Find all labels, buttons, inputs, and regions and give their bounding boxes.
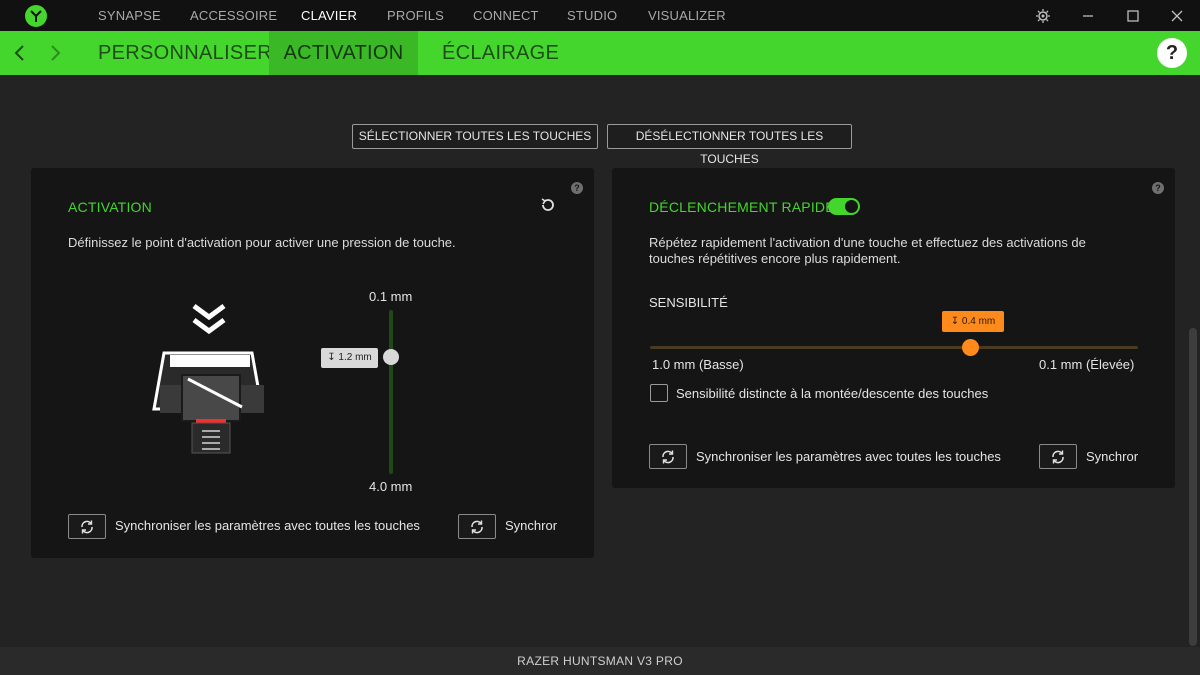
activation-slider-bottom-label: 4.0 mm [369, 479, 413, 494]
sensitivity-min-label: 1.0 mm (Basse) [652, 357, 744, 372]
activation-slider-thumb[interactable] [383, 349, 399, 365]
forward-arrow-icon[interactable] [45, 41, 65, 65]
rapid-sync-partial-label: Synchror [1086, 449, 1138, 464]
sync-all-keys-button[interactable] [68, 514, 106, 539]
rapid-trigger-toggle[interactable] [828, 198, 860, 215]
rapid-trigger-description-line1: Répétez rapidement l'activation d'une to… [649, 235, 1086, 250]
sync-icon [471, 520, 483, 533]
top-navigation: SYNAPSE ACCESSOIRE CLAVIER PROFILS CONNE… [98, 0, 738, 31]
arrow-down-icon: ↧ [950, 316, 960, 327]
razer-logo-icon[interactable] [24, 4, 48, 28]
toggle-knob [845, 200, 858, 213]
sensitivity-slider-value-tooltip: ↧ 0.4 mm [942, 311, 1004, 332]
separate-sensitivity-checkbox[interactable] [650, 384, 668, 402]
rapid-sync-partial-button[interactable] [1039, 444, 1077, 469]
maximize-icon[interactable] [1124, 7, 1142, 25]
activation-panel [31, 168, 594, 558]
topnav-visualizer[interactable]: VISUALIZER [648, 0, 738, 31]
device-footer: RAZER HUNTSMAN V3 PRO [0, 647, 1200, 675]
topnav-studio[interactable]: STUDIO [567, 0, 648, 31]
rapid-trigger-description-line2: touches répétitives encore plus rapideme… [649, 251, 901, 266]
rapid-trigger-panel [612, 168, 1175, 488]
tab-personnaliser[interactable]: PERSONNALISER [98, 31, 272, 75]
reset-icon[interactable] [539, 196, 557, 214]
sync-partial-label: Synchror [505, 518, 557, 533]
topnav-clavier[interactable]: CLAVIER [301, 0, 387, 31]
close-icon[interactable] [1168, 7, 1186, 25]
deselect-all-keys-button[interactable]: DÉSÉLECTIONNER TOUTES LES TOUCHES [607, 124, 852, 166]
topnav-accessoire[interactable]: ACCESSOIRE [190, 0, 301, 31]
sensitivity-slider-value: 0.4 mm [961, 316, 996, 327]
top-bar: SYNAPSE ACCESSOIRE CLAVIER PROFILS CONNE… [0, 0, 1200, 31]
topnav-synapse[interactable]: SYNAPSE [98, 0, 190, 31]
sensitivity-slider-track[interactable] [650, 346, 1138, 349]
key-switch-illustration [152, 351, 264, 454]
chevron-down-double-icon [192, 303, 226, 335]
back-arrow-icon[interactable] [10, 41, 30, 65]
sync-icon [81, 520, 93, 533]
sync-partial-button[interactable] [458, 514, 496, 539]
rapid-trigger-help-icon[interactable]: ? [1152, 182, 1164, 194]
tab-activation[interactable]: ACTIVATION [269, 31, 418, 75]
sub-navigation: PERSONNALISER ACTIVATION ÉCLAIRAGE ? [0, 31, 1200, 75]
topnav-profils[interactable]: PROFILS [387, 0, 473, 31]
sync-icon [1052, 450, 1064, 463]
rapid-sync-all-keys-button[interactable] [649, 444, 687, 469]
sensitivity-label: SENSIBILITÉ [649, 295, 728, 310]
rapid-sync-all-keys-label: Synchroniser les paramètres avec toutes … [696, 449, 1001, 464]
arrow-down-icon: ↧ [327, 352, 336, 363]
rapid-trigger-title: DÉCLENCHEMENT RAPIDE [649, 199, 835, 215]
activation-slider-top-label: 0.1 mm [369, 289, 413, 304]
activation-title: ACTIVATION [68, 199, 152, 215]
select-all-keys-button[interactable]: SÉLECTIONNER TOUTES LES TOUCHES [352, 124, 598, 149]
activation-slider-track[interactable] [389, 310, 393, 474]
topnav-connect[interactable]: CONNECT [473, 0, 567, 31]
sensitivity-slider-thumb[interactable] [962, 339, 979, 356]
activation-slider-value: 1.2 mm [338, 352, 372, 363]
minimize-icon[interactable] [1079, 7, 1097, 25]
sync-icon [662, 450, 674, 463]
tab-eclairage[interactable]: ÉCLAIRAGE [442, 31, 562, 75]
settings-icon[interactable] [1034, 7, 1052, 25]
separate-sensitivity-label: Sensibilité distincte à la montée/descen… [676, 386, 989, 401]
activation-slider-value-tooltip: ↧ 1.2 mm [321, 348, 378, 368]
sensitivity-max-label: 0.1 mm (Élevée) [1039, 357, 1135, 372]
activation-help-icon[interactable]: ? [571, 182, 583, 194]
activation-description: Définissez le point d'activation pour ac… [68, 235, 456, 250]
help-icon[interactable]: ? [1157, 38, 1187, 68]
vertical-scrollbar[interactable] [1189, 328, 1197, 646]
sync-all-keys-label: Synchroniser les paramètres avec toutes … [115, 518, 420, 533]
